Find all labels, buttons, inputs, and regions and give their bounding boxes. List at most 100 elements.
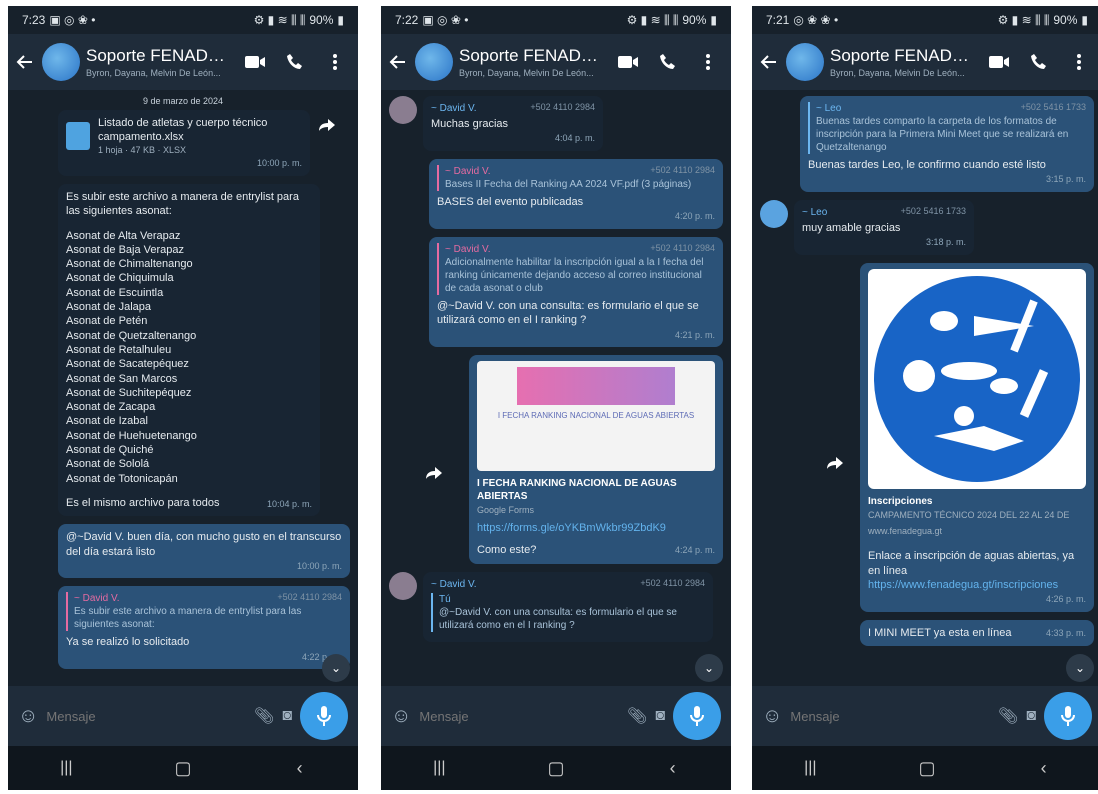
quoted-text: Buenas tardes comparto la carpeta de los… xyxy=(816,116,1069,153)
emoji-icon[interactable]: ☺ xyxy=(391,705,411,728)
quoted-sender: ~ Leo xyxy=(816,103,842,114)
quoted-message[interactable]: ~ David V. +502 4110 2984 Bases II Fecha… xyxy=(437,164,715,191)
group-avatar[interactable] xyxy=(415,43,453,81)
asonat-list-message[interactable]: Es subir este archivo a manera de entryl… xyxy=(58,183,320,517)
video-call-icon[interactable] xyxy=(982,45,1016,79)
message-input[interactable] xyxy=(46,708,247,724)
quoted-sender: ~ David V. xyxy=(445,243,491,255)
incoming-reply-message[interactable]: ~ David V. +502 4110 2984 Tú @~David V. … xyxy=(423,571,713,642)
back-arrow-icon[interactable] xyxy=(758,51,780,73)
card-url[interactable]: www.fenadegua.gt xyxy=(868,526,1086,538)
outgoing-reply-message[interactable]: ~ Leo +502 5416 1733 Buenas tardes compa… xyxy=(800,96,1094,192)
home-button[interactable]: ▢ xyxy=(536,753,576,783)
list-item: Asonat de Totonicapán xyxy=(66,472,178,485)
notification-icons: ◎ ❀ ❀ • xyxy=(793,13,839,27)
link-preview-message[interactable]: I FECHA RANKING NACIONAL DE AGUAS ABIERT… xyxy=(469,355,723,564)
system-nav-bar: ||| ▢ ‹ xyxy=(8,746,358,790)
more-options-icon[interactable] xyxy=(318,45,352,79)
scroll-down-button[interactable]: ⌄ xyxy=(322,654,350,682)
quoted-message[interactable]: Tú @~David V. con una consulta: es formu… xyxy=(431,592,705,632)
list-item: Asonat de Quetzaltenango xyxy=(66,329,197,342)
chat-area[interactable]: ~ Leo +502 5416 1733 Buenas tardes compa… xyxy=(752,90,1098,686)
list-item: Asonat de Jalapa xyxy=(66,301,152,314)
message-time: 4:26 p. m. xyxy=(1045,594,1086,605)
mic-button[interactable] xyxy=(673,692,721,740)
recents-button[interactable]: ||| xyxy=(790,753,830,783)
message-time: 10:00 p. m. xyxy=(256,158,302,169)
incoming-message[interactable]: ~ David V. +502 4110 2984 Muchas gracias… xyxy=(423,96,603,151)
forward-icon[interactable] xyxy=(421,460,447,486)
list-item: Asonat de Sololá xyxy=(66,458,150,471)
quoted-message[interactable]: ~ David V. +502 4110 2984 Adicionalmente… xyxy=(437,242,715,295)
message-input[interactable] xyxy=(419,708,620,724)
form-link[interactable]: https://forms.gle/oYKBmWkbr99ZbdK9 xyxy=(477,521,715,535)
chat-area[interactable]: 9 de marzo de 2024 Listado de atletas y … xyxy=(8,90,358,686)
more-options-icon[interactable] xyxy=(691,45,725,79)
recents-button[interactable]: ||| xyxy=(46,753,86,783)
video-call-icon[interactable] xyxy=(611,45,645,79)
home-button[interactable]: ▢ xyxy=(907,753,947,783)
status-time: 7:23 xyxy=(22,13,46,27)
mic-button[interactable] xyxy=(1044,692,1092,740)
preview-banner xyxy=(517,367,675,406)
outgoing-reply-message[interactable]: ~ David V. +502 4110 2984 Adicionalmente… xyxy=(429,236,723,348)
swimming-logo-image[interactable] xyxy=(868,268,1086,489)
message-text: @~David V. con una consulta: es formular… xyxy=(437,299,699,327)
back-button[interactable]: ‹ xyxy=(653,753,693,783)
registration-link[interactable]: https://www.fenadegua.gt/inscripciones xyxy=(868,578,1086,592)
sender-avatar[interactable] xyxy=(389,571,417,600)
scroll-down-button[interactable]: ⌄ xyxy=(695,654,723,682)
chat-title-area[interactable]: Soporte FENADE... Byron, Dayana, Melvin … xyxy=(86,46,232,78)
forward-icon[interactable] xyxy=(314,112,340,138)
video-call-icon[interactable] xyxy=(238,45,272,79)
recents-button[interactable]: ||| xyxy=(419,753,459,783)
forward-icon[interactable] xyxy=(822,450,848,476)
back-button[interactable]: ‹ xyxy=(1024,753,1064,783)
back-arrow-icon[interactable] xyxy=(387,51,409,73)
camera-icon[interactable]: ◙ xyxy=(1026,707,1036,725)
quoted-text: Adicionalmente habilitar la inscripción … xyxy=(445,256,704,294)
mic-icon xyxy=(690,706,704,726)
chat-title-area[interactable]: Soporte FENADE... Byron, Dayana, Melvin … xyxy=(830,46,976,78)
group-avatar[interactable] xyxy=(786,43,824,81)
back-button[interactable]: ‹ xyxy=(280,753,320,783)
message-text: Es subir este archivo a manera de entryl… xyxy=(66,190,299,218)
attach-icon[interactable]: 📎︎ xyxy=(998,706,1018,726)
sender-avatar[interactable] xyxy=(760,199,788,228)
outgoing-reply-message[interactable]: ~ David V. +502 4110 2984 Es subir este … xyxy=(58,586,350,670)
outgoing-message[interactable]: @~David V. buen día, con mucho gusto en … xyxy=(58,524,350,579)
file-message[interactable]: Listado de atletas y cuerpo técnico camp… xyxy=(58,110,310,176)
preview-title: I FECHA RANKING NACIONAL DE AGUAS ABIERT… xyxy=(477,478,677,503)
chat-title-area[interactable]: Soporte FENADE... Byron, Dayana, Melvin … xyxy=(459,46,605,78)
quoted-number: +502 4110 2984 xyxy=(650,164,715,175)
mic-button[interactable] xyxy=(300,692,348,740)
quoted-message[interactable]: ~ David V. +502 4110 2984 Es subir este … xyxy=(66,592,342,632)
phone-call-icon[interactable] xyxy=(278,45,312,79)
list-item: Asonat de Escuintla xyxy=(66,286,164,299)
phone-call-icon[interactable] xyxy=(651,45,685,79)
incoming-message[interactable]: ~ Leo +502 5416 1733 muy amable gracias … xyxy=(794,199,974,255)
message-time: 10:04 p. m. xyxy=(266,498,312,509)
quoted-message[interactable]: ~ Leo +502 5416 1733 Buenas tardes compa… xyxy=(808,102,1086,154)
scroll-down-button[interactable]: ⌄ xyxy=(1066,654,1094,682)
link-card-message[interactable]: Inscripciones CAMPAMENTO TÉCNICO 2024 DE… xyxy=(860,262,1094,612)
phone-call-icon[interactable] xyxy=(1022,45,1056,79)
message-input[interactable] xyxy=(790,708,991,724)
attach-icon[interactable]: 📎︎ xyxy=(254,706,274,726)
camera-icon[interactable]: ◙ xyxy=(282,707,292,725)
more-options-icon[interactable] xyxy=(1062,45,1096,79)
home-button[interactable]: ▢ xyxy=(163,753,203,783)
outgoing-message[interactable]: I MINI MEET ya esta en línea 4:33 p. m. xyxy=(860,619,1094,647)
attach-icon[interactable]: 📎︎ xyxy=(627,706,647,726)
emoji-icon[interactable]: ☺ xyxy=(18,705,38,728)
outgoing-reply-message[interactable]: ~ David V. +502 4110 2984 Bases II Fecha… xyxy=(429,158,723,229)
sender-avatar[interactable] xyxy=(389,96,417,124)
link-preview-image[interactable]: I FECHA RANKING NACIONAL DE AGUAS ABIERT… xyxy=(477,361,715,472)
message-time: 4:33 p. m. xyxy=(1045,628,1086,639)
list-item: Asonat de San Marcos xyxy=(66,372,178,385)
camera-icon[interactable]: ◙ xyxy=(655,707,665,725)
back-arrow-icon[interactable] xyxy=(14,51,36,73)
emoji-icon[interactable]: ☺ xyxy=(762,705,782,728)
group-avatar[interactable] xyxy=(42,43,80,81)
chat-area[interactable]: ~ David V. +502 4110 2984 Muchas gracias… xyxy=(381,90,731,686)
